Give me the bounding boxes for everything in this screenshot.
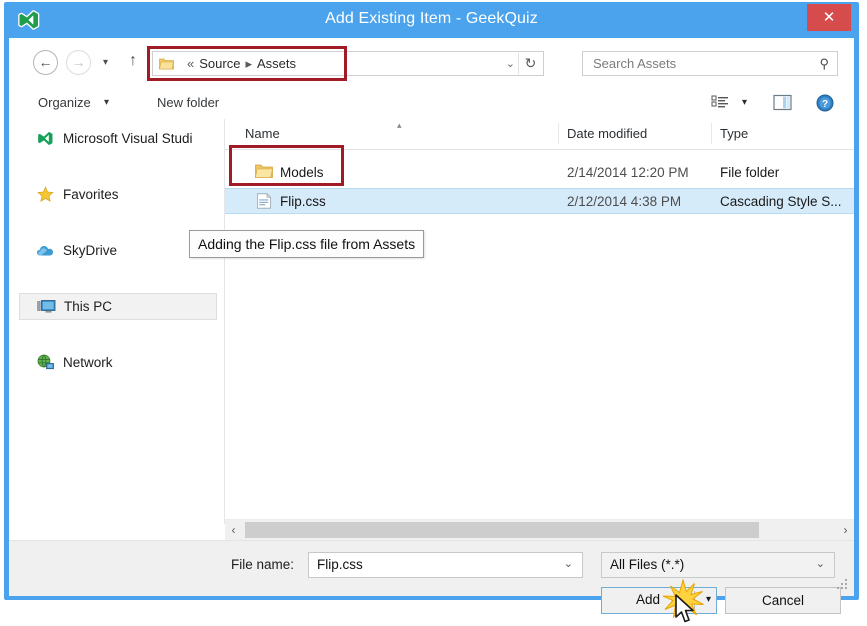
file-name-cell: Flip.css	[280, 193, 326, 209]
chevron-down-icon[interactable]: ▾	[706, 594, 711, 605]
sidebar-item-microsoft-visual-studio[interactable]: Microsoft Visual Studi	[19, 125, 217, 152]
add-existing-item-dialog: Add Existing Item - GeekQuiz ✕ ← → ▾ ↑ «…	[4, 2, 859, 623]
folder-icon	[255, 164, 273, 178]
navigation-sidebar: Microsoft Visual Studi Favorites SkyDriv…	[9, 119, 224, 524]
title-bar: Add Existing Item - GeekQuiz ✕	[4, 2, 859, 38]
instruction-callout: Adding the Flip.css file from Assets	[189, 230, 425, 258]
folder-icon	[159, 58, 174, 70]
sidebar-item-label: Microsoft Visual Studi	[63, 131, 193, 146]
breadcrumb-item-assets[interactable]: Assets	[257, 56, 296, 71]
address-divider	[518, 53, 519, 74]
css-file-icon	[257, 193, 272, 209]
preview-pane-icon[interactable]	[773, 94, 792, 111]
forward-button[interactable]: →	[66, 50, 91, 75]
chevron-down-icon[interactable]: ▾	[104, 97, 109, 108]
file-type-filter-value: All Files (*.*)	[610, 557, 685, 572]
file-name-input[interactable]: Flip.css ⌄	[308, 552, 583, 578]
sidebar-item-label: Favorites	[63, 187, 119, 202]
column-header-name[interactable]: Name	[245, 126, 280, 141]
sidebar-item-network[interactable]: Network	[19, 349, 217, 376]
command-toolbar: Organize ▾ New folder ▾ ?	[9, 88, 854, 120]
sidebar-item-this-pc[interactable]: This PC	[19, 293, 217, 320]
navigation-bar: ← → ▾ ↑ « Source ▸ Assets ⌄ ↻ Search Assets…	[9, 38, 854, 88]
column-divider[interactable]	[711, 123, 712, 144]
file-type-filter-select[interactable]: All Files (*.*) ⌄	[601, 552, 835, 578]
file-name-value: Flip.css	[317, 557, 363, 572]
cloud-icon	[35, 242, 55, 260]
view-options-icon[interactable]	[711, 94, 729, 112]
scroll-left-arrow-icon[interactable]: ‹	[225, 520, 242, 541]
breadcrumb-prefix: «	[187, 55, 195, 71]
address-dropdown-icon[interactable]: ⌄	[506, 57, 515, 70]
svg-text:?: ?	[822, 99, 828, 110]
sidebar-item-skydrive[interactable]: SkyDrive	[19, 237, 217, 264]
search-input[interactable]: Search Assets ⚲	[582, 51, 838, 76]
back-button[interactable]: ←	[33, 50, 58, 75]
search-icon: ⚲	[819, 56, 829, 71]
visual-studio-icon	[35, 130, 55, 148]
close-button[interactable]: ✕	[807, 4, 851, 31]
file-type-cell: File folder	[720, 164, 780, 180]
column-header-type[interactable]: Type	[720, 126, 748, 141]
chevron-down-icon[interactable]: ⌄	[564, 557, 573, 570]
sidebar-item-label: SkyDrive	[63, 243, 118, 258]
refresh-button[interactable]: ↻	[520, 54, 541, 73]
dialog-body: ← → ▾ ↑ « Source ▸ Assets ⌄ ↻ Search Assets…	[9, 38, 854, 623]
scroll-right-arrow-icon[interactable]: ›	[837, 520, 854, 541]
column-divider[interactable]	[558, 123, 559, 144]
search-placeholder-text: Search Assets	[593, 56, 677, 71]
file-date-cell: 2/14/2014 12:20 PM	[567, 164, 689, 180]
chevron-down-icon[interactable]: ⌄	[816, 557, 825, 570]
window-title: Add Existing Item - GeekQuiz	[325, 10, 538, 27]
content-area: Microsoft Visual Studi Favorites SkyDriv…	[9, 119, 854, 524]
file-date-cell: 2/12/2014 4:38 PM	[567, 193, 682, 209]
table-row[interactable]: Models 2/14/2014 12:20 PM File folder	[225, 159, 854, 185]
file-name-label: File name:	[231, 557, 295, 572]
address-bar[interactable]: « Source ▸ Assets ⌄ ↻	[152, 51, 544, 76]
add-button-divider	[694, 591, 695, 610]
help-icon[interactable]: ?	[816, 94, 834, 112]
organize-button[interactable]: Organize	[38, 95, 91, 110]
sidebar-item-label: This PC	[64, 299, 113, 314]
breadcrumb: « Source ▸ Assets	[182, 56, 296, 72]
cancel-button[interactable]: Cancel	[725, 587, 841, 614]
breadcrumb-separator: ▸	[245, 55, 252, 71]
add-button-label: Add	[635, 592, 661, 607]
resize-grip[interactable]	[837, 579, 849, 591]
file-name-cell: Models	[280, 164, 324, 180]
column-header-date-modified[interactable]: Date modified	[567, 126, 647, 141]
file-list: Name ▴ Date modified Type Models 2/14/20…	[225, 119, 854, 524]
horizontal-scrollbar[interactable]: ‹ ›	[225, 519, 854, 541]
new-folder-button[interactable]: New folder	[157, 95, 219, 110]
network-globe-icon	[35, 354, 55, 372]
computer-icon	[36, 298, 56, 316]
add-button[interactable]: Add ▾	[601, 587, 717, 614]
column-header-row: Name ▴ Date modified Type	[225, 119, 854, 150]
table-row[interactable]: Flip.css 2/12/2014 4:38 PM Cascading Sty…	[225, 188, 854, 214]
sort-ascending-icon: ▴	[397, 120, 402, 130]
up-one-level-button[interactable]: ↑	[129, 52, 137, 70]
file-type-cell: Cascading Style S...	[720, 193, 842, 209]
sidebar-item-label: Network	[63, 355, 113, 370]
star-icon	[35, 186, 55, 204]
breadcrumb-item-source[interactable]: Source	[199, 56, 240, 71]
chevron-down-icon[interactable]: ▾	[742, 97, 747, 108]
scrollbar-thumb[interactable]	[245, 522, 759, 538]
recent-locations-button[interactable]: ▾	[103, 57, 108, 68]
sidebar-item-favorites[interactable]: Favorites	[19, 181, 217, 208]
